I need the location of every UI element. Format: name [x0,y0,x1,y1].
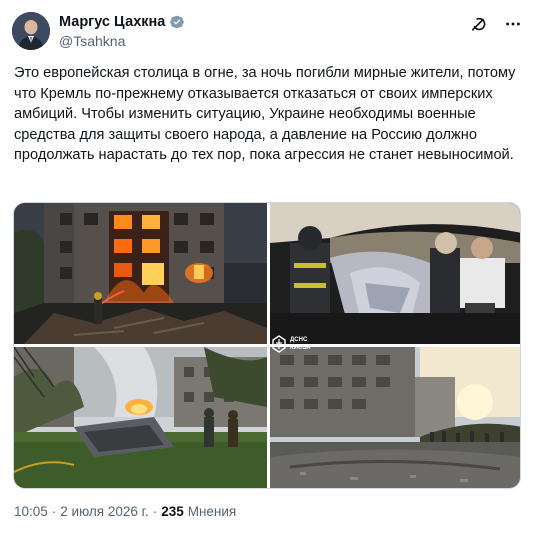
views-count[interactable]: 235 [161,504,184,519]
separator: · [152,504,158,519]
post-date[interactable]: 2 июля 2026 г. [60,504,148,519]
tweet: Маргус Цахкна @Tsahkna Это европейская с… [0,0,535,533]
tweet-meta: 10:05 · 2 июля 2026 г. · 235 Мнения [14,504,236,519]
header-actions [455,14,523,34]
media-grid: ДСНС КИЄВА [13,202,521,489]
watermark-line2: КИЄВА [290,345,311,351]
tweet-header: Маргус Цахкна @Tsahkna [12,12,523,52]
dsns-emblem-icon: ДСНС КИЄВА [271,331,331,357]
verified-badge-icon[interactable] [169,14,185,30]
post-time[interactable]: 10:05 [14,504,48,519]
views-label[interactable]: Мнения [188,504,237,519]
watermark-line1: ДСНС [290,337,308,343]
photo-rescuers[interactable] [270,203,520,344]
more-icon[interactable] [503,14,523,34]
photo-burning-building[interactable] [14,203,267,344]
name-row: Маргус Цахкна [59,12,185,32]
photo-crater[interactable] [270,347,520,488]
user-handle[interactable]: @Tsahkna [59,33,185,49]
separator: · [51,504,57,519]
post-text: Это европейская столица в огне, за ночь … [14,65,516,163]
user-info: Маргус Цахкна @Tsahkna [59,12,185,49]
avatar[interactable] [12,12,50,50]
photo-burned-car[interactable] [14,347,267,488]
display-name[interactable]: Маргус Цахкна [59,14,165,30]
grok-icon[interactable] [469,14,489,34]
